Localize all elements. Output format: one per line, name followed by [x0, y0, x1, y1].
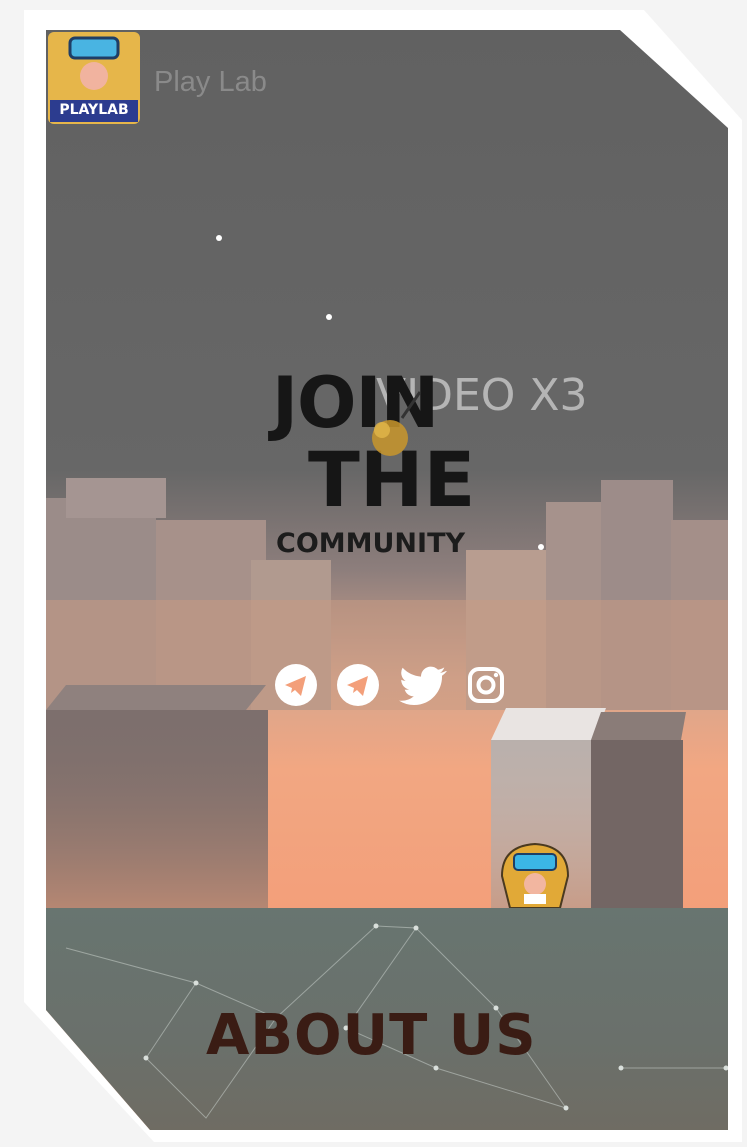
- mascot-character: [498, 840, 572, 912]
- paint-splat-graphic: [352, 390, 422, 480]
- star: [216, 235, 222, 241]
- instagram-icon[interactable]: [464, 663, 508, 707]
- telegram-icon[interactable]: [274, 663, 318, 707]
- social-links: [274, 663, 514, 707]
- telegram-icon[interactable]: [336, 663, 380, 707]
- brand-name: Play Lab: [154, 66, 267, 98]
- twitter-icon[interactable]: [398, 663, 442, 707]
- star: [326, 314, 332, 320]
- hero-line-community: COMMUNITY: [276, 528, 466, 559]
- logo-wordmark: PLAYLAB: [59, 102, 129, 118]
- about-section: ABOUT US: [46, 908, 728, 1130]
- about-us-heading[interactable]: ABOUT US: [206, 1003, 537, 1068]
- foreground-blocks: [46, 680, 728, 920]
- app-screen: VIDEO X3 JOIN THE COMMUNITY ABOUT US PLA…: [46, 30, 728, 1130]
